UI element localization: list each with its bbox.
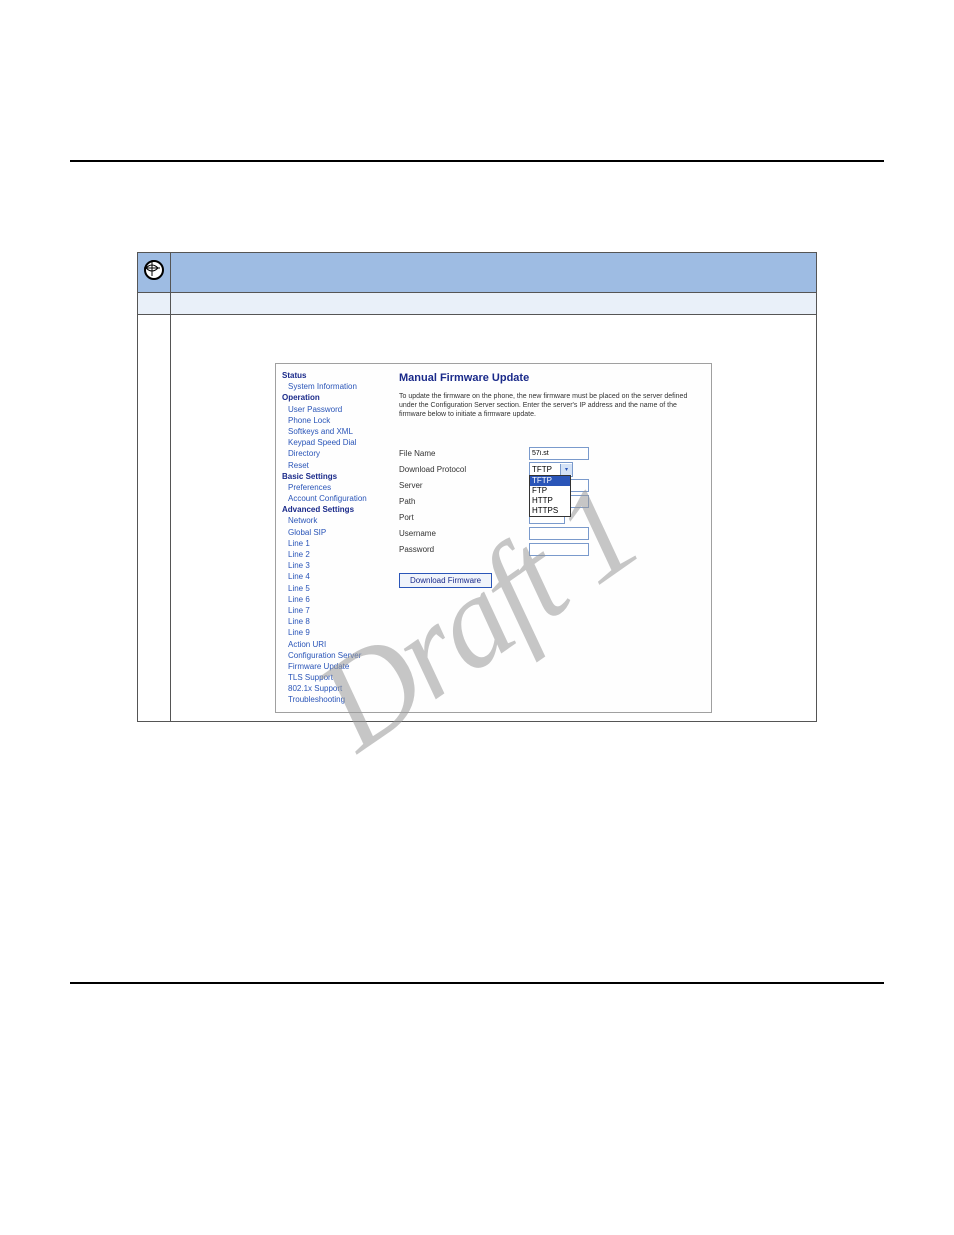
step-label-cell (138, 293, 171, 315)
label-password: Password (399, 545, 529, 554)
sidebar-item[interactable]: Reset (288, 460, 387, 471)
input-file-name[interactable] (529, 447, 589, 460)
sidebar-item[interactable]: Keypad Speed Dial (288, 437, 387, 448)
dropdown-list: TFTP FTP HTTP HTTPS (529, 475, 571, 517)
aastra-web-ui-header (171, 253, 817, 293)
sidebar-item[interactable]: Account Configuration (288, 493, 387, 504)
header-rule (70, 160, 884, 162)
label-file-name: File Name (399, 449, 529, 458)
sidebar-item[interactable]: TLS Support (288, 672, 387, 683)
sidebar-item[interactable]: System Information (288, 381, 387, 392)
sidebar-item[interactable]: Line 7 (288, 605, 387, 616)
select-protocol-value: TFTP (532, 465, 552, 474)
sidebar-header-basic: Basic Settings (282, 471, 387, 482)
globe-icon (144, 260, 164, 280)
download-firmware-button[interactable]: Download Firmware (399, 573, 492, 588)
sidebar-item[interactable]: Firmware Update (288, 661, 387, 672)
sidebar-item[interactable]: Line 2 (288, 549, 387, 560)
sidebar-item[interactable]: Action URI (288, 639, 387, 650)
sidebar-item[interactable]: Troubleshooting (288, 694, 387, 705)
sidebar-header-operation: Operation (282, 392, 387, 403)
page-desc: To update the firmware on the phone, the… (399, 392, 701, 419)
sidebar-item[interactable]: Line 6 (288, 594, 387, 605)
chevron-down-icon: ▾ (560, 464, 572, 475)
dropdown-option[interactable]: HTTP (530, 496, 570, 506)
sidebar-item[interactable]: Directory (288, 448, 387, 459)
label-port: Port (399, 513, 529, 522)
sidebar-item[interactable]: Line 5 (288, 583, 387, 594)
sidebar-item[interactable]: Phone Lock (288, 415, 387, 426)
footer-rule (70, 982, 884, 984)
step-content-cell: Status System Information Operation User… (171, 315, 817, 722)
step-desc-cell (171, 293, 817, 315)
sidebar-item[interactable]: Line 8 (288, 616, 387, 627)
sidebar-header-advanced: Advanced Settings (282, 504, 387, 515)
sidebar-item[interactable]: Global SIP (288, 527, 387, 538)
page-title: Manual Firmware Update (399, 372, 701, 384)
webui-screenshot: Status System Information Operation User… (275, 363, 712, 713)
sidebar-nav: Status System Information Operation User… (276, 364, 391, 712)
input-password[interactable] (529, 543, 589, 556)
label-server: Server (399, 481, 529, 490)
sidebar-item[interactable]: Line 4 (288, 571, 387, 582)
sidebar-item[interactable]: Line 1 (288, 538, 387, 549)
label-username: Username (399, 529, 529, 538)
dropdown-option[interactable]: HTTPS (530, 506, 570, 516)
sidebar-item[interactable]: Line 9 (288, 627, 387, 638)
sidebar-item[interactable]: Line 3 (288, 560, 387, 571)
main-panel: Manual Firmware Update To update the fir… (391, 364, 711, 712)
step-number-cell (138, 315, 171, 722)
sidebar-item[interactable]: Configuration Server (288, 650, 387, 661)
sidebar-item[interactable]: 802.1x Support (288, 683, 387, 694)
aastra-web-ui-icon-cell (138, 253, 171, 293)
sidebar-item[interactable]: Softkeys and XML (288, 426, 387, 437)
dropdown-option[interactable]: FTP (530, 486, 570, 496)
sidebar-item[interactable]: Network (288, 515, 387, 526)
procedure-table: Status System Information Operation User… (137, 252, 817, 722)
dropdown-option[interactable]: TFTP (530, 476, 570, 486)
input-username[interactable] (529, 527, 589, 540)
sidebar-item[interactable]: User Password (288, 404, 387, 415)
sidebar-header-status: Status (282, 370, 387, 381)
label-path: Path (399, 497, 529, 506)
label-protocol: Download Protocol (399, 465, 529, 474)
sidebar-item[interactable]: Preferences (288, 482, 387, 493)
